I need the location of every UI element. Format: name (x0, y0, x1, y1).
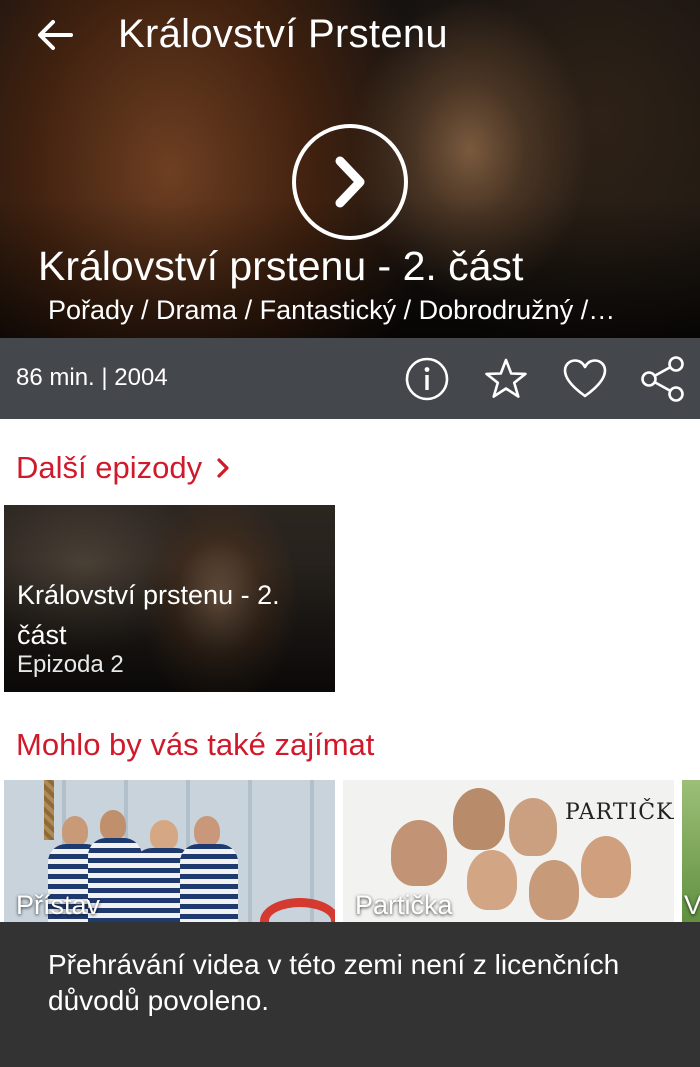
person-3 (150, 820, 178, 850)
episode-card-title: Království prstenu - 2. část (17, 580, 280, 650)
recommendation-card-pristav[interactable]: Přístav (4, 780, 335, 925)
recommendation-card-particka[interactable]: PARTIČKA Partička (343, 780, 674, 925)
episode-card-subtitle: Epizoda 2 (17, 651, 124, 678)
recommendation-label: Partička (355, 890, 453, 920)
hero-banner: Království Prstenu Království prstenu - … (0, 0, 700, 338)
info-icon (405, 357, 449, 401)
info-button[interactable] (403, 355, 451, 403)
rope-decoration (44, 780, 54, 840)
face-3 (509, 798, 557, 856)
play-button[interactable] (292, 124, 408, 240)
snackbar: Přehrávání videa v této zemi není z lice… (0, 922, 700, 1067)
episode-card[interactable]: Království prstenu - 2. část Epizoda 2 (4, 505, 335, 692)
star-icon (485, 358, 527, 398)
person-4 (194, 816, 220, 846)
person-1 (62, 816, 88, 846)
rate-button[interactable] (482, 355, 530, 403)
heart-icon (563, 359, 607, 398)
face-2 (453, 788, 505, 850)
page-title: Království Prstenu (118, 12, 448, 56)
recommendation-label: V (684, 890, 700, 920)
favorite-button[interactable] (561, 355, 609, 403)
snackbar-message: Přehrávání videa v této zemi není z lice… (48, 949, 620, 1016)
face-4 (467, 850, 517, 910)
share-button[interactable] (639, 355, 687, 403)
episode-title: Království prstenu - 2. část (38, 243, 524, 289)
back-button[interactable] (30, 14, 80, 56)
recommendation-label: Přístav (16, 890, 101, 920)
shirt-4 (180, 844, 238, 925)
duration-year: 86 min. | 2004 (16, 364, 168, 391)
next-episodes-title: Další epizody (16, 450, 203, 485)
share-icon (641, 356, 684, 402)
face-1 (391, 820, 447, 886)
recommendation-card-partial[interactable]: V (682, 780, 700, 925)
top-app-bar: Království Prstenu (0, 0, 700, 80)
recommendations-title: Mohlo by vás také zajímat (16, 727, 375, 762)
face-6 (581, 836, 631, 898)
recommendations-header: Mohlo by vás také zajímat (16, 727, 374, 763)
lifebuoy-decoration (260, 898, 335, 925)
arrow-left-icon (38, 20, 73, 50)
particka-logo: PARTIČKA (565, 800, 674, 825)
face-5 (529, 860, 579, 920)
person-2 (100, 810, 126, 840)
play-chevron-icon (335, 156, 365, 208)
info-bar: 86 min. | 2004 (0, 338, 700, 419)
next-episodes-header[interactable]: Další epizody (16, 450, 230, 486)
genre-breadcrumb: Pořady / Drama / Fantastický / Dobrodruž… (48, 295, 616, 325)
chevron-right-icon (217, 458, 229, 478)
